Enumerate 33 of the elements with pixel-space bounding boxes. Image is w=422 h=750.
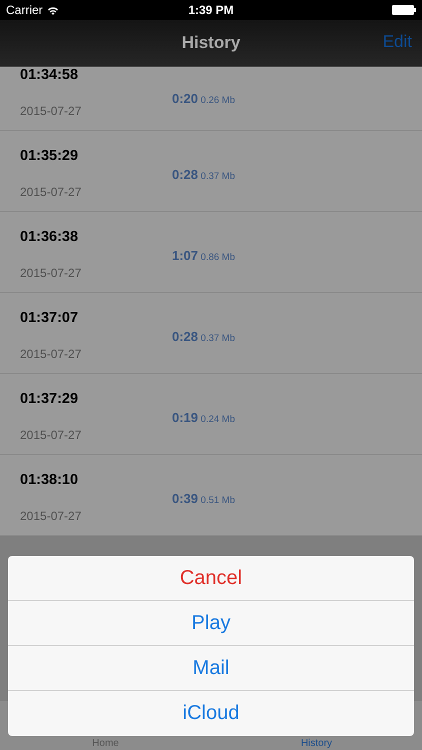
recording-time: 01:34:58 xyxy=(20,67,80,85)
recording-time: 01:36:38 xyxy=(20,229,80,247)
history-row[interactable]: 01:34:58 2015-07-27 0:20 0.26 Mb xyxy=(0,67,422,131)
action-button[interactable]: Cancel xyxy=(8,556,414,601)
duration-size: 0:28 0.37 Mb xyxy=(172,167,236,182)
carrier-label: Carrier xyxy=(6,3,43,17)
tab[interactable]: History xyxy=(211,737,422,750)
recording-date: 2015-07-27 xyxy=(20,509,82,525)
recording-date: 2015-07-27 xyxy=(20,347,82,363)
recording-time: 01:37:29 xyxy=(20,391,80,409)
recording-time: 01:38:10 xyxy=(20,472,80,490)
action-button[interactable]: Play xyxy=(8,601,414,646)
nav-title: History xyxy=(182,33,240,53)
duration-size: 0:39 0.51 Mb xyxy=(172,491,236,506)
clock-label: 1:39 PM xyxy=(188,3,234,17)
battery-icon xyxy=(392,5,416,15)
recording-date: 2015-07-27 xyxy=(20,185,82,201)
duration-size: 0:20 0.26 Mb xyxy=(172,91,236,106)
history-row[interactable]: 01:36:38 2015-07-27 1:07 0.86 Mb xyxy=(0,212,422,293)
history-row[interactable]: 01:37:07 2015-07-27 0:28 0.37 Mb xyxy=(0,293,422,374)
recording-date: 2015-07-27 xyxy=(20,104,82,120)
recording-time: 01:35:29 xyxy=(20,148,80,166)
recording-date: 2015-07-27 xyxy=(20,428,82,444)
history-row[interactable]: 01:35:29 2015-07-27 0:28 0.37 Mb xyxy=(0,131,422,212)
duration-size: 0:19 0.24 Mb xyxy=(172,410,236,425)
action-button[interactable]: Mail xyxy=(8,646,414,691)
recording-time: 01:37:07 xyxy=(20,310,80,328)
wifi-icon xyxy=(46,6,59,14)
history-row[interactable]: 01:37:29 2015-07-27 0:19 0.24 Mb xyxy=(0,374,422,455)
duration-size: 0:28 0.37 Mb xyxy=(172,329,236,344)
action-button[interactable]: iCloud xyxy=(8,691,414,736)
recording-date: 2015-07-27 xyxy=(20,266,82,282)
duration-size: 1:07 0.86 Mb xyxy=(172,248,236,263)
